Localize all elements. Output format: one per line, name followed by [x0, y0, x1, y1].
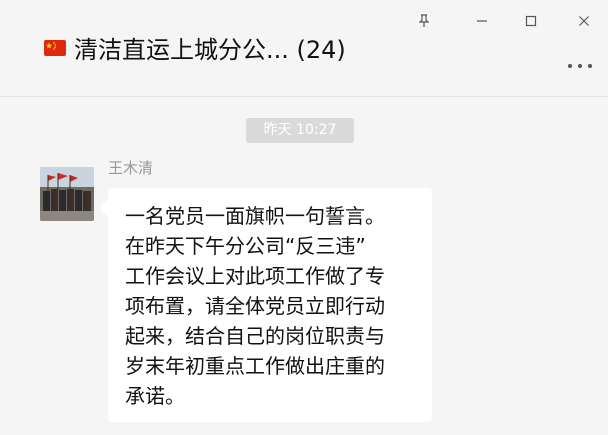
- chat-title: 清洁直运上城分公... (24): [74, 36, 346, 64]
- sender-avatar[interactable]: [40, 167, 94, 221]
- maximize-icon[interactable]: [519, 9, 543, 33]
- chat-header: 清洁直运上城分公... (24): [0, 0, 608, 97]
- sender-name: 王木清: [108, 159, 154, 177]
- minimize-icon[interactable]: [470, 9, 494, 33]
- message-text: 一名党员一面旗帜一句誓言。 在昨天下午分公司“反三违” 工作会议上对此项工作做了…: [125, 204, 385, 408]
- close-icon[interactable]: [572, 9, 596, 33]
- message-timestamp: 昨天 10:27: [246, 118, 354, 143]
- pin-icon[interactable]: [412, 9, 436, 33]
- china-flag-icon: [44, 40, 66, 56]
- more-dots-icon[interactable]: [566, 60, 594, 72]
- group-photo-avatar: [40, 167, 94, 221]
- message-bubble[interactable]: 一名党员一面旗帜一句誓言。 在昨天下午分公司“反三违” 工作会议上对此项工作做了…: [108, 188, 432, 422]
